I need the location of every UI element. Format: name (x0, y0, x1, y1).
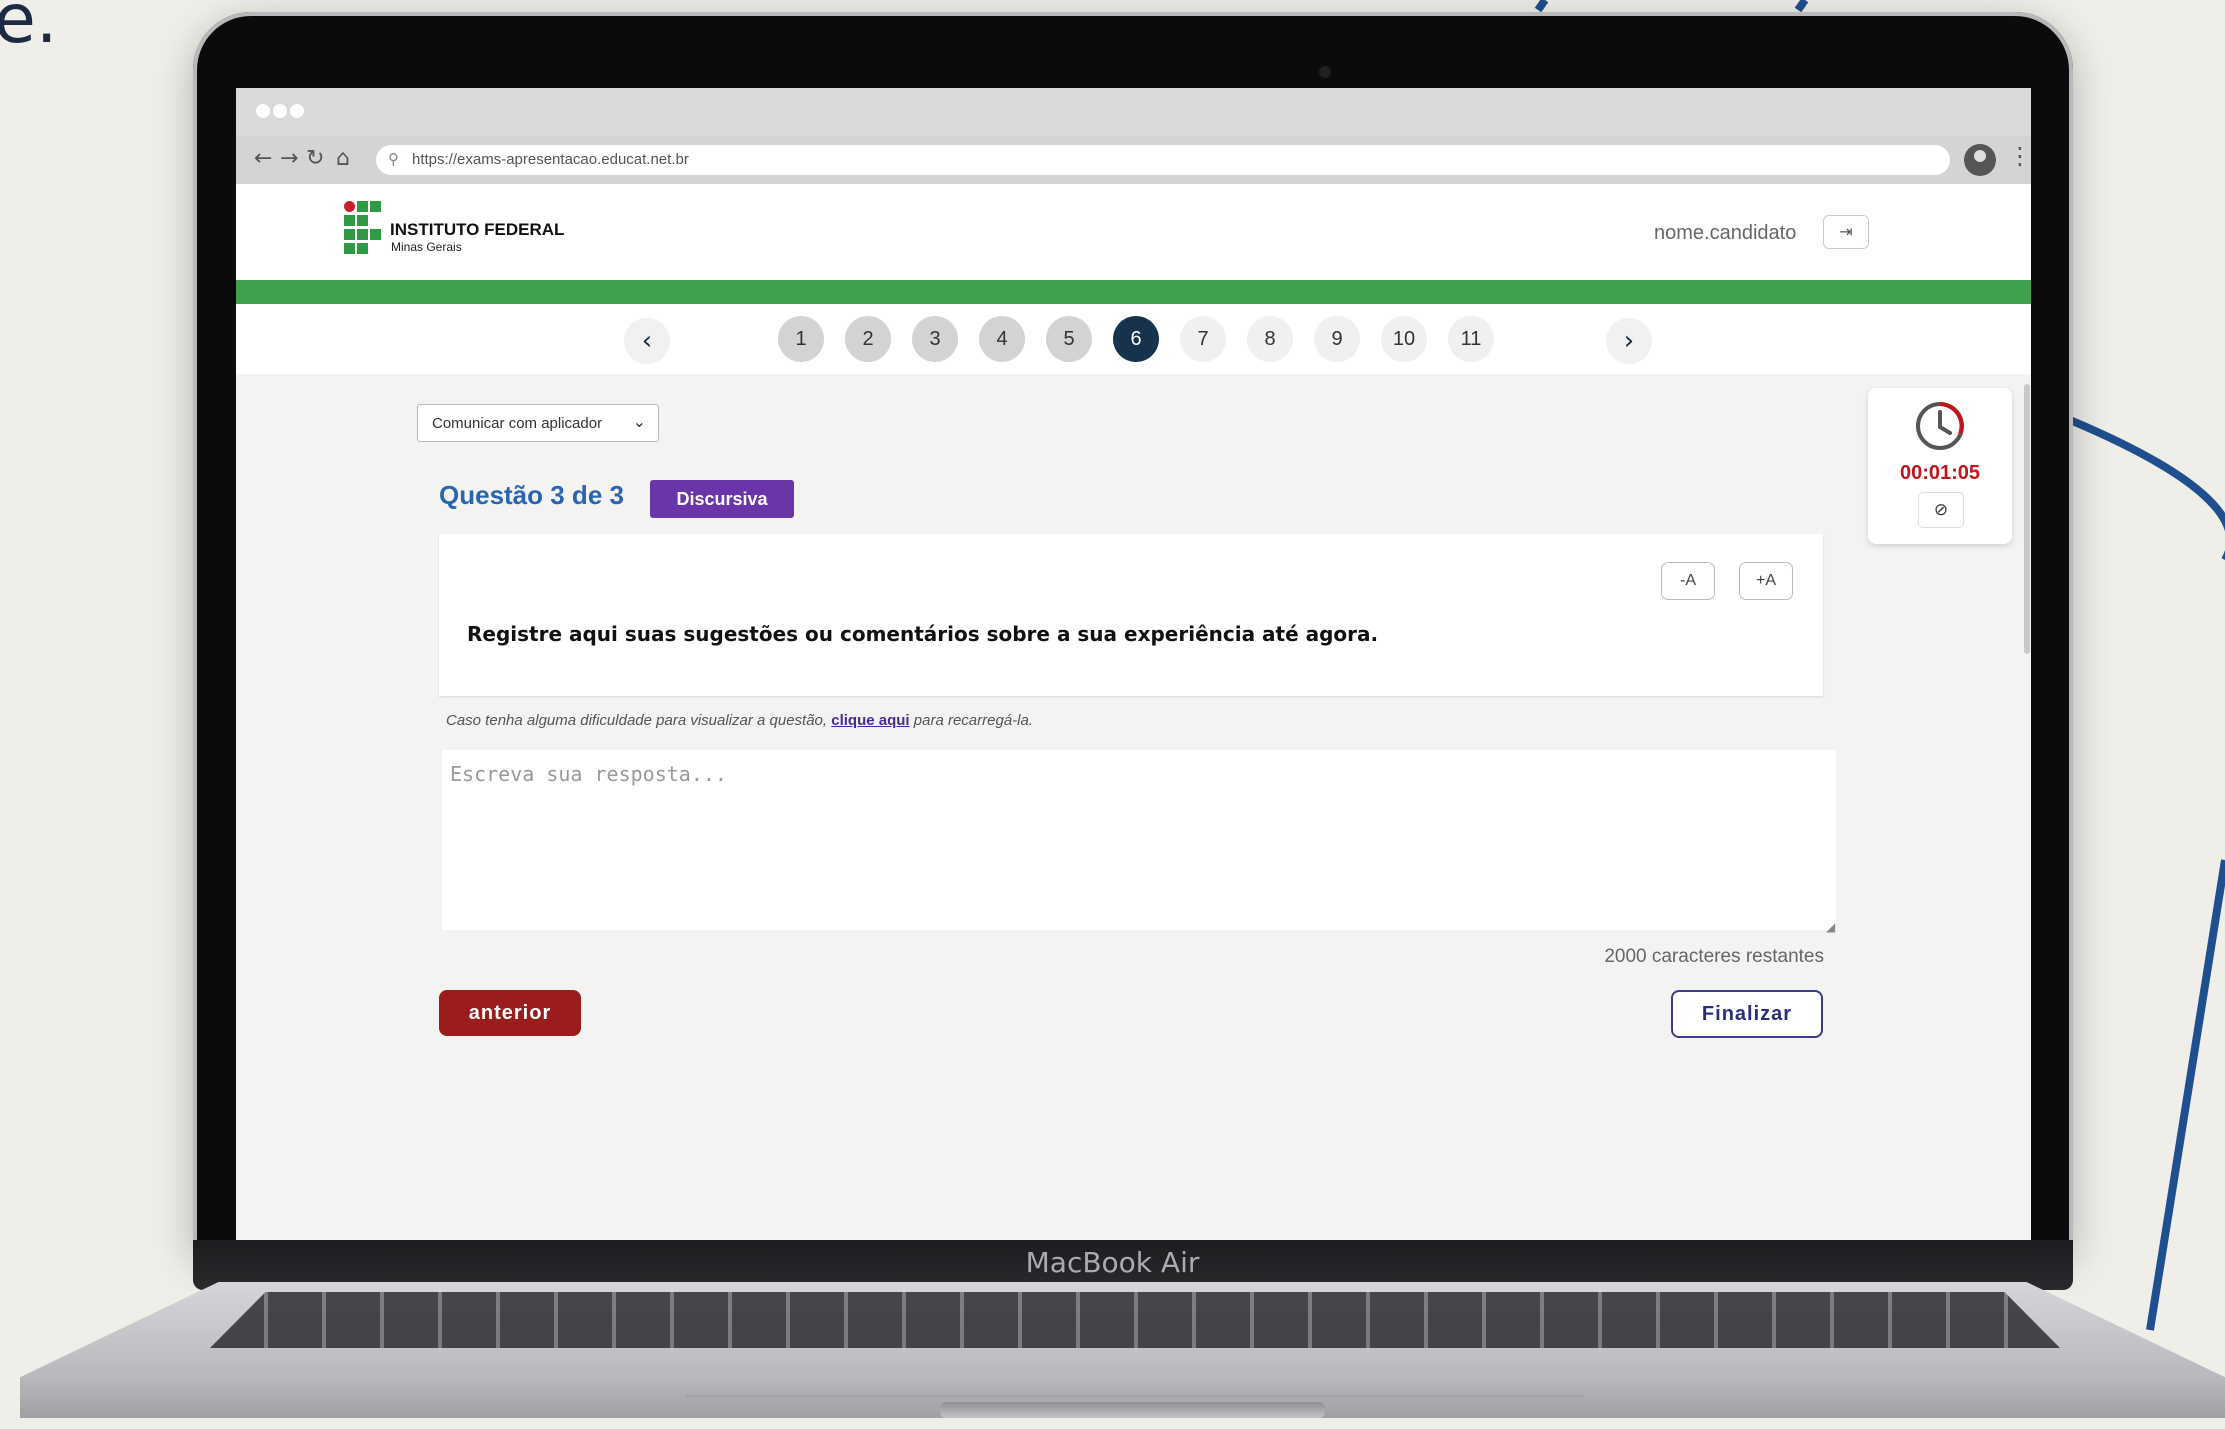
chars-remaining: 2000 caracteres restantes (1604, 946, 1824, 967)
reload-icon[interactable]: ↻ (306, 146, 324, 171)
profile-icon[interactable] (1964, 144, 1996, 176)
menu-icon[interactable]: ⋮ (2008, 142, 2031, 170)
previous-button[interactable]: anterior (439, 990, 581, 1036)
url-text: https://exams-apresentacao.educat.net.br (412, 151, 689, 168)
logout-icon: ⇥ (1839, 222, 1853, 241)
font-decrease-button[interactable]: -A (1661, 562, 1715, 600)
pager-prev-button[interactable]: ‹ (624, 318, 670, 364)
browser-titlebar (236, 88, 2031, 136)
scrollbar[interactable] (2024, 384, 2030, 654)
window-dot[interactable] (290, 104, 304, 118)
page-button-current[interactable]: 6 (1113, 316, 1159, 362)
page-button[interactable]: 1 (778, 316, 824, 362)
browser-toolbar: ← → ↻ ⌂ ⚲ https://exams-apresentacao.edu… (236, 136, 2031, 184)
answer-textarea[interactable] (442, 750, 1836, 930)
window-dot[interactable] (273, 104, 287, 118)
institution-title: INSTITUTO FEDERAL (390, 220, 565, 239)
pager-next-button[interactable]: › (1606, 318, 1652, 364)
page-button[interactable]: 5 (1046, 316, 1092, 362)
question-text: Registre aqui suas sugestões ou comentár… (467, 622, 1379, 646)
finish-button[interactable]: Finalizar (1671, 990, 1823, 1038)
hide-timer-button[interactable]: ⊘ (1918, 492, 1964, 528)
eye-slash-icon: ⊘ (1933, 500, 1949, 520)
hint-text-after: para recarregá-la. (909, 712, 1034, 729)
device-label: MacBook Air (1025, 1246, 1200, 1279)
reload-hint: Caso tenha alguma dificuldade para visua… (446, 712, 1033, 729)
page-button[interactable]: 2 (845, 316, 891, 362)
site-header: INSTITUTO FEDERAL Minas Gerais nome.cand… (236, 184, 2031, 280)
username: nome.candidato (1654, 222, 1797, 244)
browser-window: ← → ↻ ⌂ ⚲ https://exams-apresentacao.edu… (236, 88, 2031, 1240)
page-button[interactable]: 11 (1448, 316, 1494, 362)
address-bar[interactable]: ⚲ https://exams-apresentacao.educat.net.… (376, 145, 1950, 175)
page-button[interactable]: 9 (1314, 316, 1360, 362)
camera (1319, 66, 1331, 78)
timer-panel: 00:01:05 ⊘ (1868, 388, 2012, 544)
main-content: Comunicar com aplicador ⌄ Questão 3 de 3… (236, 374, 2031, 1240)
reload-link[interactable]: clique aqui (831, 712, 909, 729)
hint-text-before: Caso tenha alguma dificuldade para visua… (446, 712, 832, 729)
page-button[interactable]: 4 (979, 316, 1025, 362)
page-button[interactable]: 10 (1381, 316, 1427, 362)
chevron-right-icon: › (1623, 326, 1635, 356)
window-dot[interactable] (256, 104, 270, 118)
question-card: -A +A Registre aqui suas sugestões ou co… (439, 534, 1823, 696)
page-button[interactable]: 3 (912, 316, 958, 362)
timer-time: 00:01:05 (1899, 462, 1981, 484)
question-title: Questão 3 de 3 (439, 480, 624, 510)
logout-button[interactable]: ⇥ (1823, 215, 1869, 249)
clock-icon (1916, 402, 1964, 450)
page-button[interactable]: 7 (1180, 316, 1226, 362)
keyboard (210, 1292, 2060, 1348)
institution-subtitle: Minas Gerais (391, 240, 462, 254)
chevron-left-icon: ‹ (641, 326, 653, 356)
communicate-label: Comunicar com aplicador (432, 415, 603, 432)
brand-bar (236, 280, 2031, 304)
communicate-dropdown[interactable]: Comunicar com aplicador ⌄ (417, 404, 659, 442)
back-icon[interactable]: ← (254, 146, 272, 171)
font-increase-button[interactable]: +A (1739, 562, 1793, 600)
home-icon[interactable]: ⌂ (336, 146, 350, 171)
page-button[interactable]: 8 (1247, 316, 1293, 362)
laptop-hinge (940, 1402, 1325, 1418)
question-pager: ‹ 1 2 3 4 5 6 7 8 9 10 11 › (236, 304, 2031, 374)
question-type-badge: Discursiva (650, 480, 794, 518)
institution-logo (344, 201, 384, 257)
trackpad (685, 1350, 1584, 1397)
search-icon: ⚲ (388, 150, 399, 168)
resize-handle-icon[interactable]: ◢ (1826, 920, 1835, 934)
chevron-down-icon: ⌄ (632, 412, 646, 431)
forward-icon[interactable]: → (280, 146, 298, 171)
